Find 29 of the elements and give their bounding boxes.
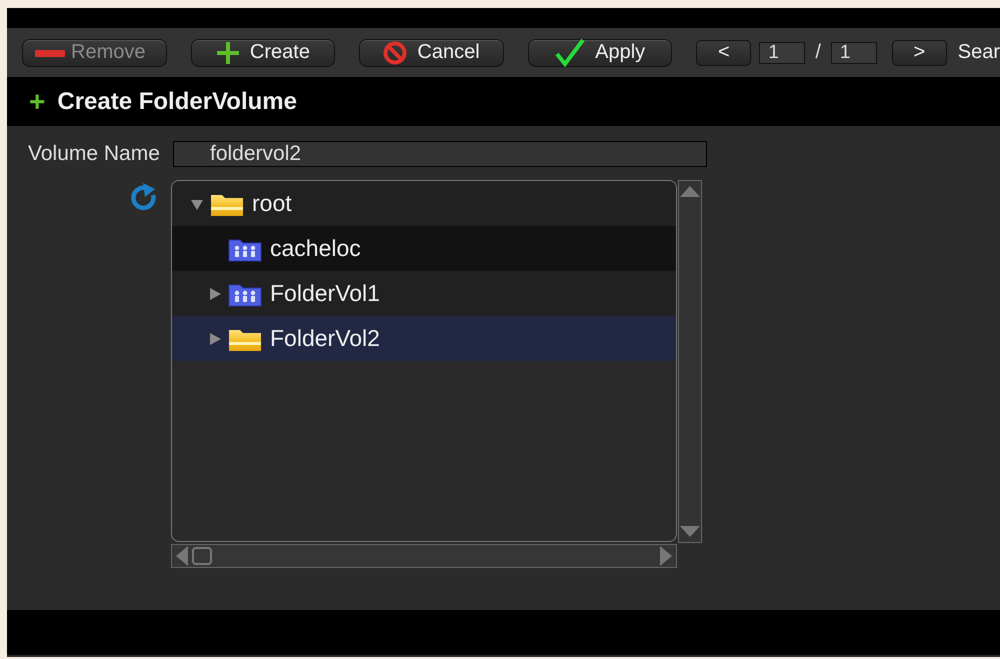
page-field[interactable]: 1: [759, 42, 806, 64]
toolbar-button[interactable]: Apply: [528, 38, 672, 66]
toolbar-button[interactable]: Create: [190, 38, 336, 66]
expand-icon[interactable]: [208, 332, 222, 346]
tree-item[interactable]: root: [172, 181, 676, 226]
scroll-left-icon[interactable]: [176, 546, 188, 566]
search-label: Sear: [958, 41, 1000, 64]
horizontal-scrollbar[interactable]: [171, 544, 677, 568]
scroll-up-icon[interactable]: [680, 185, 700, 197]
plus-icon: +: [29, 88, 46, 116]
previous-page-button[interactable]: <: [696, 40, 752, 66]
tree-item[interactable]: FolderVol1: [172, 271, 676, 316]
field-label: Volume Name: [28, 142, 161, 166]
prohibited-icon: [383, 40, 408, 64]
plus-icon: [216, 40, 240, 64]
scroll-right-icon[interactable]: [660, 546, 672, 566]
panel-title: Create FolderVolume: [57, 88, 297, 116]
tree-item[interactable]: FolderVol2: [172, 316, 676, 361]
expand-icon[interactable]: [208, 286, 222, 300]
page-separator: /: [815, 41, 821, 64]
scroll-thumb[interactable]: [192, 547, 212, 565]
volume-name-field[interactable]: foldervol2: [173, 141, 707, 167]
tree-item[interactable]: cacheloc: [172, 226, 676, 271]
vertical-scrollbar[interactable]: [678, 180, 702, 543]
next-page-button[interactable]: >: [892, 40, 947, 66]
total-pages-field[interactable]: 1: [830, 42, 877, 64]
scroll-down-icon[interactable]: [680, 526, 700, 538]
toolbar-button[interactable]: Cancel: [359, 38, 504, 66]
checkmark-icon: [555, 38, 586, 68]
